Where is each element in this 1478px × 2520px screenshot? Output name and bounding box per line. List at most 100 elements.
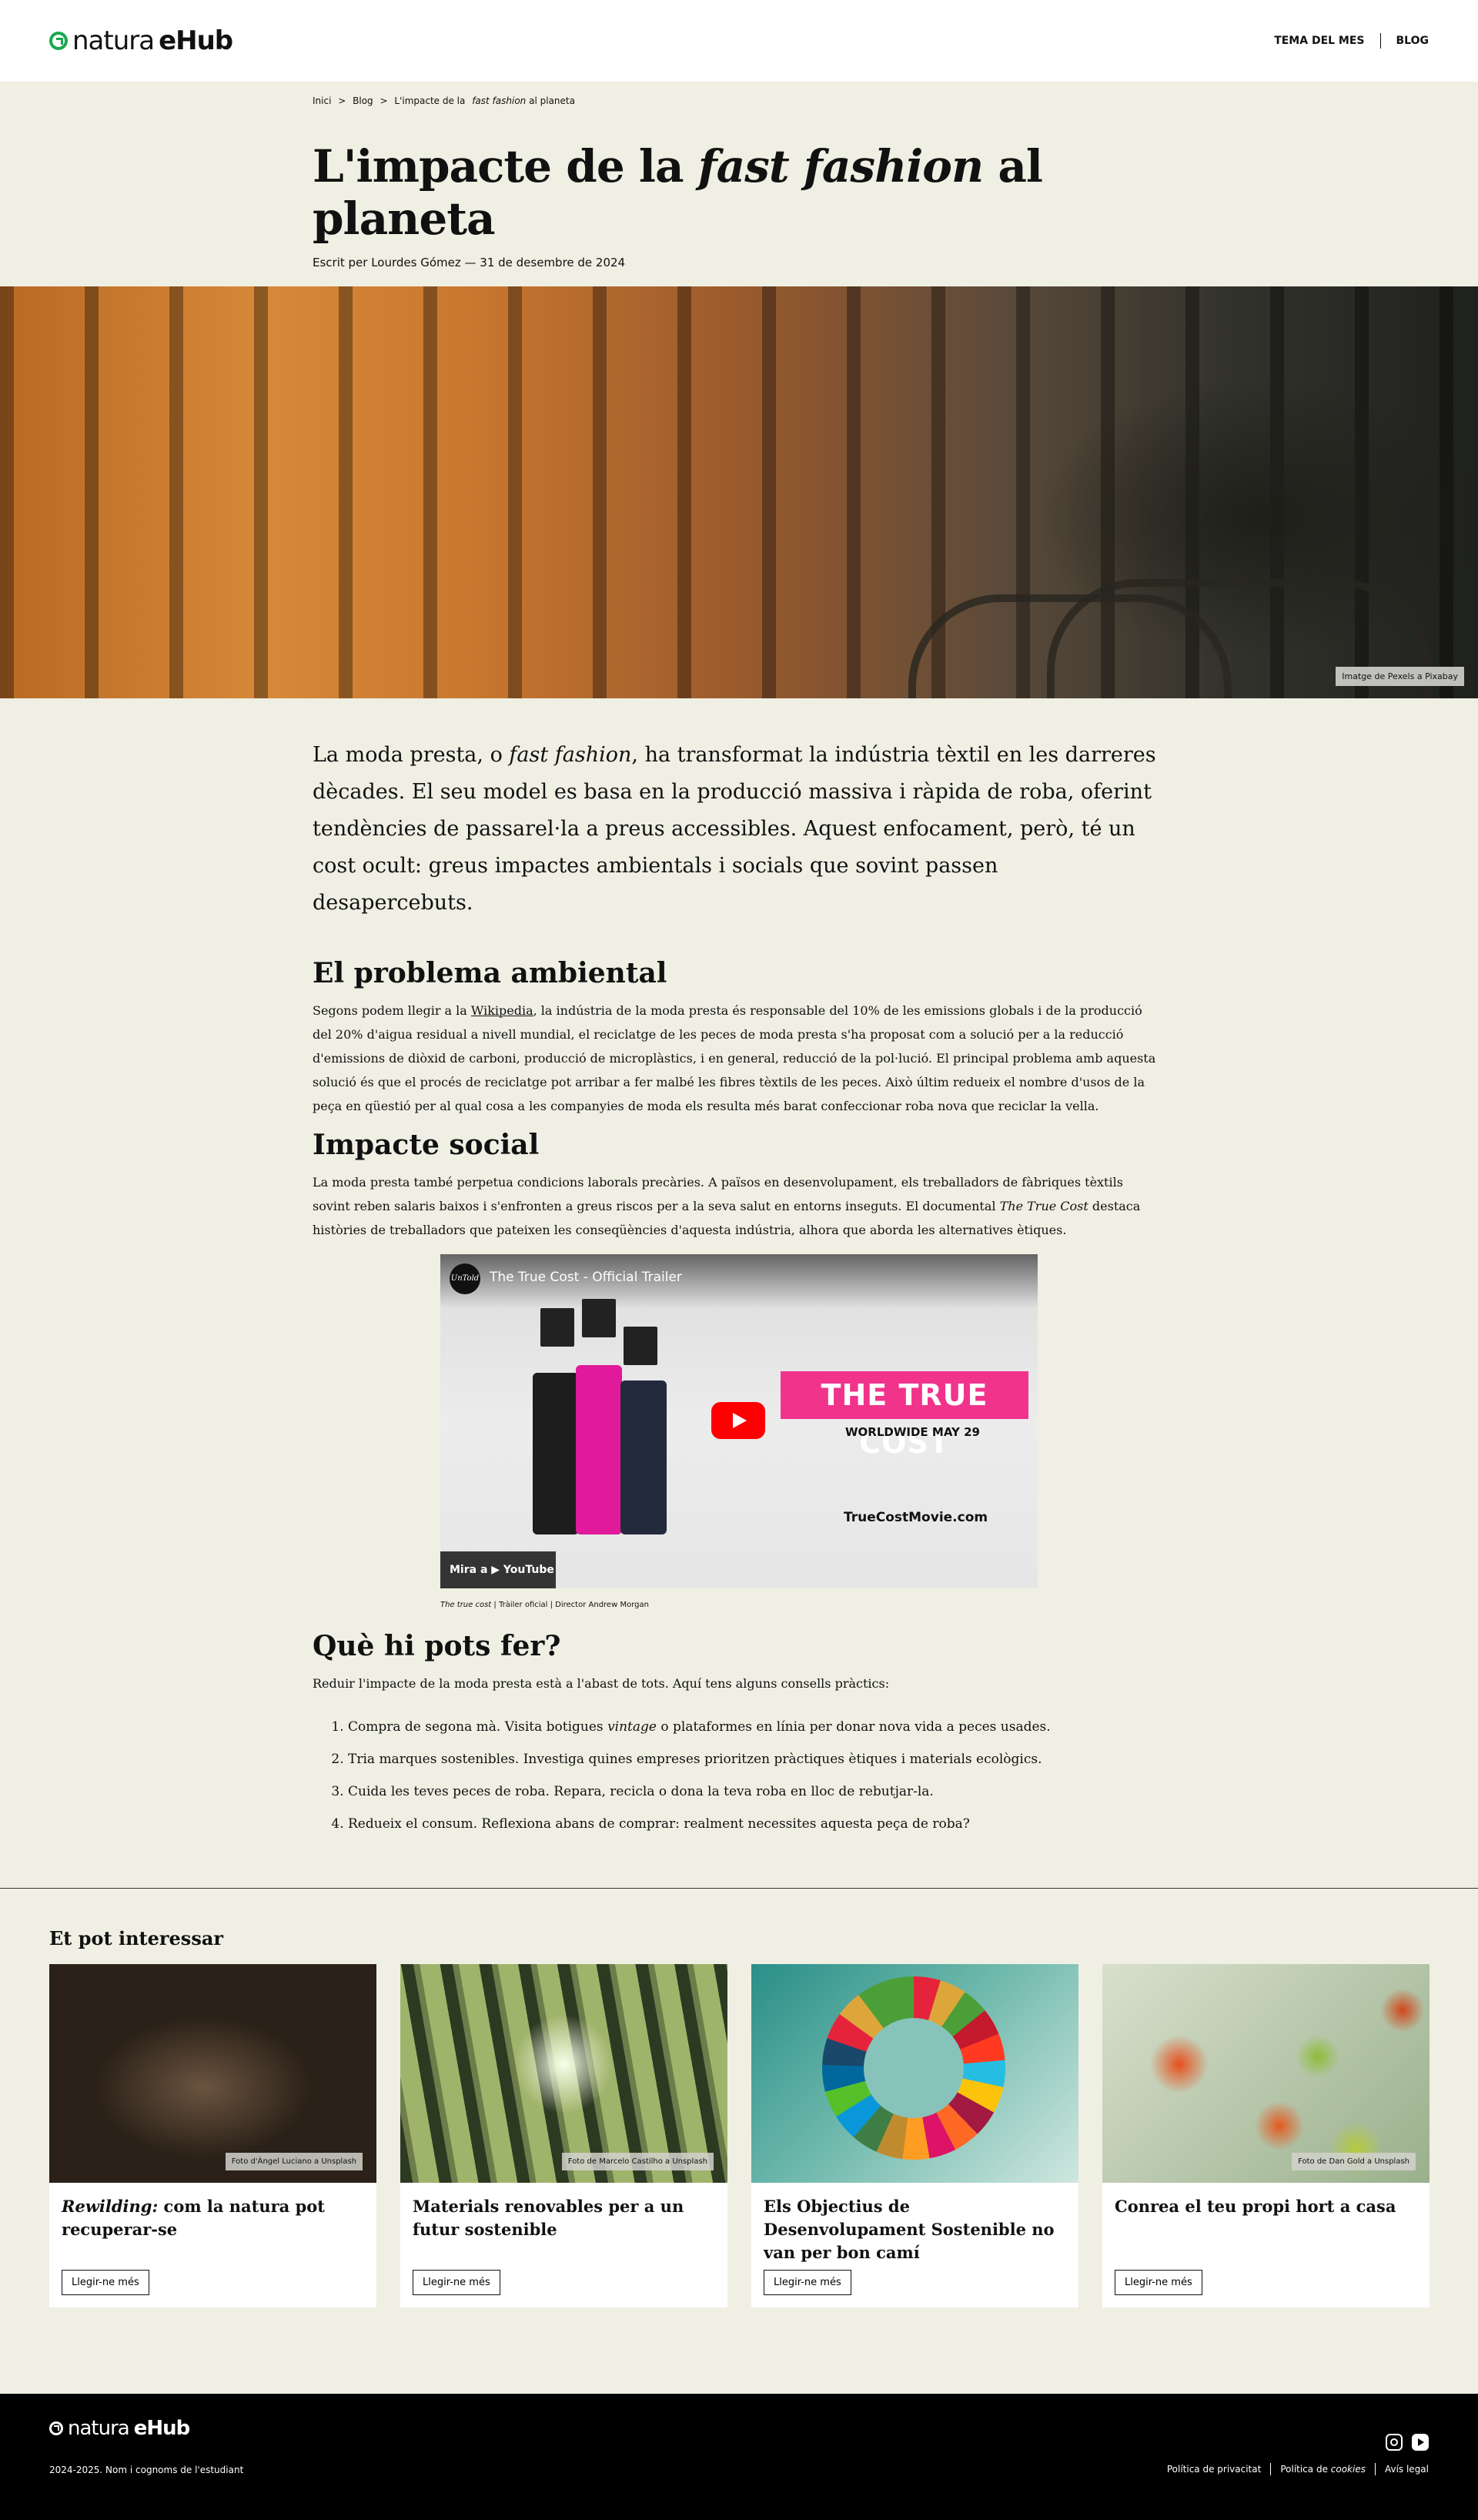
logo-mark-icon: [49, 32, 68, 50]
lead-em: fast fashion: [509, 743, 632, 767]
title-part-em: fast fashion: [697, 140, 984, 192]
lead-b: , ha transformat la indústria tèxtil en …: [313, 743, 1156, 915]
breadcrumb-separator: >: [338, 95, 346, 106]
section-heading-what-to-do: Què hi pots fer?: [313, 1630, 561, 1662]
social-links: [1386, 2434, 1429, 2451]
nav-topic-of-month[interactable]: TEMA DEL MES: [1274, 35, 1364, 47]
card-image-credit: Foto de Dan Gold a Unsplash: [1292, 2153, 1416, 2170]
related-card[interactable]: Foto de Dan Gold a Unsplash Conrea el te…: [1102, 1964, 1430, 2307]
video-caption: The true cost | Tràiler oficial | Direct…: [440, 1601, 1159, 1619]
site-logo[interactable]: natura eHub: [49, 25, 233, 56]
figure-bag-head: [540, 1308, 574, 1347]
tip-em: vintage: [607, 1719, 657, 1735]
related-section: Et pot interessar Foto d'Àngel Luciano a…: [0, 1888, 1478, 2394]
figure-body: [533, 1373, 579, 1534]
card-title[interactable]: Els Objectius de Desenvolupament Sosteni…: [751, 2183, 1078, 2267]
hero-credit: Imatge de Pexels a Pixabay: [1336, 667, 1464, 686]
lead-paragraph: La moda presta, o fast fashion, ha trans…: [313, 737, 1159, 922]
legal-divider: [1270, 2463, 1272, 2475]
card-title[interactable]: Materials renovables per a un futur sost…: [400, 2183, 727, 2267]
logo-text-bold: eHub: [159, 25, 233, 56]
cookies-link-em: cookies: [1330, 2464, 1366, 2475]
legal-divider: [1374, 2463, 1376, 2475]
env-a: Segons podem llegir a la: [313, 1003, 471, 1018]
read-more-button[interactable]: Llegir-ne més: [764, 2270, 851, 2295]
figure-bag-head: [624, 1327, 657, 1365]
privacy-policy-link[interactable]: Política de privacitat: [1167, 2464, 1261, 2475]
breadcrumb: Inici > Blog > L'impacte de la fast fash…: [313, 82, 1159, 109]
instagram-icon[interactable]: [1386, 2434, 1403, 2451]
site-footer: natura eHub 2024-2025. Nom i cognoms de l…: [0, 2394, 1478, 2520]
play-icon[interactable]: [711, 1402, 765, 1439]
related-card[interactable]: Foto de Marcelo Castilho a Unsplash Mate…: [400, 1964, 727, 2307]
video-release-date: WORLDWIDE MAY 29: [845, 1425, 980, 1439]
related-card[interactable]: Foto d'Àngel Luciano a Unsplash Rewildin…: [49, 1964, 376, 2307]
hero-image: M M M M M Imatge de Pexels a Pixabay: [0, 286, 1478, 698]
video-caption-em: The true cost: [440, 1601, 492, 1609]
video-website: TrueCostMovie.com: [844, 1510, 988, 1525]
section-heading-environment: El problema ambiental: [313, 957, 667, 989]
breadcrumb-current: L'impacte de la fast fashion al planeta: [394, 95, 579, 106]
video-brand-banner: THE TRUE COST: [781, 1371, 1028, 1460]
list-item: Compra de segona mà. Visita botigues vin…: [348, 1711, 1159, 1743]
footer-logo[interactable]: natura eHub: [49, 2417, 1429, 2440]
card-title[interactable]: Rewilding: com la natura pot recuperar-s…: [49, 2183, 376, 2267]
list-item: Cuida les teves peces de roba. Repara, r…: [348, 1775, 1159, 1808]
related-card[interactable]: Els Objectius de Desenvolupament Sosteni…: [751, 1964, 1078, 2307]
logo-mark-icon: [49, 2421, 63, 2435]
figure-body: [576, 1365, 622, 1534]
site-header: natura eHub TEMA DEL MES BLOG: [0, 0, 1478, 82]
environment-paragraph: Segons podem llegir a la Wikipedia, la i…: [313, 999, 1159, 1118]
wikipedia-link[interactable]: Wikipedia: [471, 1003, 533, 1018]
page-title: L'impacte de la fast fashion al planeta: [313, 140, 1159, 245]
env-b: , la indústria de la moda presta és resp…: [313, 1003, 1156, 1113]
list-item: Tria marques sostenibles. Investiga quin…: [348, 1743, 1159, 1775]
card-image-credit: Foto d'Àngel Luciano a Unsplash: [225, 2153, 363, 2170]
tips-intro: Reduir l'impacte de la moda presta està …: [313, 1676, 890, 1691]
related-cards: Foto d'Àngel Luciano a Unsplash Rewildin…: [49, 1964, 1430, 2307]
social-paragraph: La moda presta també perpetua condicions…: [313, 1170, 1159, 1242]
section-heading-social: Impacte social: [313, 1129, 540, 1161]
card-title[interactable]: Conrea el teu propi hort a casa: [1102, 2183, 1430, 2267]
breadcrumb-home[interactable]: Inici: [313, 95, 331, 106]
tip-a: Redueix el consum. Reflexiona abans de c…: [348, 1816, 970, 1832]
tip-b: o plataformes en línia per donar nova vi…: [656, 1719, 1051, 1735]
video-caption-b: | Tràiler oficial | Director Andrew Morg…: [491, 1601, 649, 1609]
breadcrumb-current-a: L'impacte de la: [394, 95, 466, 106]
youtube-icon[interactable]: [1412, 2434, 1429, 2451]
figure-body: [620, 1380, 667, 1534]
breadcrumb-current-em: fast fashion: [472, 95, 527, 106]
watch-on-youtube-button[interactable]: Mira a ▶ YouTube: [440, 1551, 556, 1588]
cookies-link-a: Política de: [1280, 2464, 1331, 2475]
soc-em: The True Cost: [999, 1199, 1088, 1213]
breadcrumb-current-b: al planeta: [529, 95, 575, 106]
nav-divider: [1379, 33, 1381, 49]
logo-text-bold: eHub: [133, 2417, 191, 2440]
lead-a: La moda presta, o: [313, 743, 510, 767]
breadcrumb-blog[interactable]: Blog: [353, 95, 373, 106]
tip-a: Compra de segona mà. Visita botigues: [348, 1719, 608, 1735]
video-channel-avatar[interactable]: UnTold: [450, 1263, 480, 1294]
sdg-wheel-center: [864, 2018, 964, 2118]
card-image: Foto d'Àngel Luciano a Unsplash: [49, 1964, 376, 2183]
card-image: Foto de Dan Gold a Unsplash: [1102, 1964, 1430, 2183]
title-part-a: L'impacte de la: [313, 140, 698, 192]
list-item: Redueix el consum. Reflexiona abans de c…: [348, 1808, 1159, 1840]
cookies-policy-link[interactable]: Política de cookies: [1280, 2464, 1366, 2475]
tip-a: Tria marques sostenibles. Investiga quin…: [348, 1752, 1042, 1767]
read-more-button[interactable]: Llegir-ne més: [413, 2270, 500, 2295]
nav-blog[interactable]: BLOG: [1396, 35, 1430, 47]
hanger-shape: [908, 594, 1232, 698]
card-image-credit: Foto de Marcelo Castilho a Unsplash: [561, 2153, 714, 2170]
read-more-button[interactable]: Llegir-ne més: [62, 2270, 149, 2295]
legal-notice-link[interactable]: Avís legal: [1385, 2464, 1429, 2475]
logo-text-light: natura: [72, 25, 155, 56]
breadcrumb-separator: >: [380, 95, 388, 106]
related-heading: Et pot interessar: [49, 1927, 224, 1949]
video-embed[interactable]: UnTold The True Cost - Official Trailer …: [440, 1254, 1038, 1588]
card-image: Foto de Marcelo Castilho a Unsplash: [400, 1964, 727, 2183]
video-title[interactable]: The True Cost - Official Trailer: [490, 1270, 682, 1285]
read-more-button[interactable]: Llegir-ne més: [1115, 2270, 1202, 2295]
legal-links: Política de privacitat Política de cooki…: [1167, 2463, 1429, 2475]
tip-a: Cuida les teves peces de roba. Repara, r…: [348, 1784, 934, 1799]
